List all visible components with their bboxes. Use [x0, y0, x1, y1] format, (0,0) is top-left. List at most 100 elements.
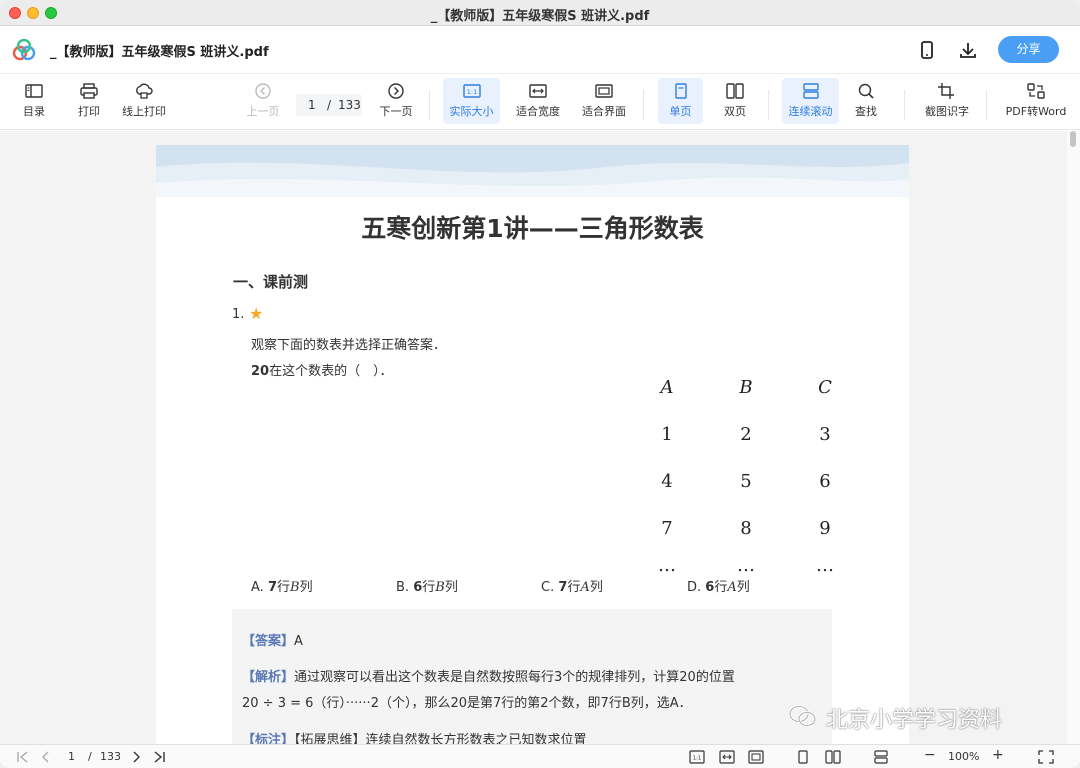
- screenshot-ocr-label: 截图识字: [925, 105, 969, 118]
- first-page-icon[interactable]: [15, 750, 31, 764]
- watermark-text: 北京小学学习资料: [826, 708, 1003, 733]
- print-button[interactable]: 打印: [70, 78, 108, 124]
- next-page-icon[interactable]: [128, 750, 144, 764]
- mobile-icon[interactable]: [917, 40, 937, 60]
- document-viewport[interactable]: 五寒创新第1讲——三角形数表 一、课前测 1. ★ 观察下面的数表并选择正确答案…: [0, 131, 1080, 744]
- note-tag: 【标注】: [242, 733, 295, 744]
- option-row-unit: 行: [567, 580, 581, 595]
- status-page-total: 133: [100, 750, 121, 763]
- online-print-button[interactable]: 线上打印: [118, 78, 170, 124]
- pdf-page: 五寒创新第1讲——三角形数表 一、课前测 1. ★ 观察下面的数表并选择正确答案…: [156, 145, 909, 744]
- double-page-label: 双页: [724, 105, 746, 118]
- answer-tag: 【答案】: [242, 634, 295, 649]
- page-total: 133: [338, 98, 361, 112]
- fit-width-icon[interactable]: [719, 750, 735, 764]
- page-number-box[interactable]: 1 / 133: [296, 94, 362, 116]
- option-row: 7: [267, 580, 277, 595]
- grid-cell: …: [737, 555, 755, 576]
- option-col: A: [580, 580, 590, 595]
- screenshot-ocr-button[interactable]: 截图识字: [920, 78, 974, 124]
- sidebar-icon: [25, 84, 43, 98]
- answer-line: 【答案】A: [242, 630, 303, 649]
- scrollbar-track[interactable]: [1067, 131, 1080, 744]
- double-page-button[interactable]: 双页: [714, 78, 756, 124]
- share-button[interactable]: 分享: [998, 36, 1059, 63]
- grid-cell: 8: [740, 518, 752, 539]
- analysis-line: 【解析】通过观察可以看出这个数表是自然数按照每行3个的规律排列，计算20的位置: [242, 666, 735, 685]
- fit-width-button[interactable]: 适合宽度: [511, 78, 565, 124]
- fit-width-label: 适合宽度: [516, 105, 560, 118]
- fit-page-label: 适合界面: [582, 105, 626, 118]
- page-current-input[interactable]: 1: [308, 98, 316, 112]
- toolbar-divider: [643, 90, 644, 120]
- prev-page-label: 上一页: [246, 105, 280, 118]
- continuous-scroll-icon[interactable]: [873, 750, 889, 764]
- find-button[interactable]: 查找: [848, 78, 884, 124]
- toolbar-divider: [986, 90, 987, 120]
- grid-header-b: B: [739, 377, 753, 398]
- status-page-current[interactable]: 1: [68, 750, 75, 764]
- double-page-icon[interactable]: [825, 750, 841, 764]
- prev-page-button[interactable]: 上一页: [242, 78, 284, 124]
- question-prompt: 20在这个数表的（ ）．: [251, 360, 393, 379]
- chevron-right-circle-icon: [388, 83, 404, 99]
- option-row-unit: 行: [422, 580, 436, 595]
- option-row-unit: 行: [276, 580, 290, 595]
- continuous-scroll-button[interactable]: 连续滚动: [782, 78, 839, 124]
- fit-page-icon: [595, 84, 613, 98]
- fit-width-icon: [529, 84, 547, 98]
- question-number: 1.: [232, 307, 245, 322]
- analysis-tag: 【解析】: [242, 670, 295, 685]
- zoom-in-button[interactable]: +: [992, 748, 1004, 762]
- single-page-icon: [674, 83, 687, 99]
- toc-button[interactable]: 目录: [14, 78, 54, 124]
- grid-header-a: A: [660, 377, 674, 398]
- actual-size-icon[interactable]: 1:1: [689, 750, 705, 764]
- fit-page-icon[interactable]: [748, 750, 764, 764]
- online-print-label: 线上打印: [122, 105, 166, 118]
- option-d: D. 6行A列: [687, 576, 750, 595]
- next-page-button[interactable]: 下一页: [374, 78, 418, 124]
- zoom-out-button[interactable]: −: [924, 748, 936, 762]
- single-page-button[interactable]: 单页: [658, 78, 703, 124]
- option-col: B: [290, 580, 300, 595]
- download-icon[interactable]: [958, 40, 978, 60]
- continuous-scroll-icon: [802, 83, 819, 99]
- last-page-icon[interactable]: [151, 750, 167, 764]
- option-col-unit: 列: [589, 580, 603, 595]
- pdf-to-word-label: PDF转Word: [1005, 105, 1067, 118]
- fit-page-button[interactable]: 适合界面: [577, 78, 631, 124]
- find-label: 查找: [855, 105, 877, 118]
- grid-cell: 7: [661, 518, 673, 539]
- single-page-icon[interactable]: [795, 750, 811, 764]
- option-letter: B.: [396, 580, 410, 595]
- pdf-to-word-button[interactable]: PDF转Word: [1000, 78, 1072, 124]
- zoom-level[interactable]: 100%: [948, 750, 979, 764]
- toolbar-divider: [904, 90, 905, 120]
- option-col-unit: 列: [736, 580, 750, 595]
- single-page-label: 单页: [669, 105, 692, 118]
- option-b: B. 6行B列: [396, 576, 458, 595]
- document-title: _【教师版】五年级寒假S 班讲义.pdf: [50, 45, 269, 60]
- status-page-sep: /: [88, 750, 92, 763]
- search-icon: [858, 83, 874, 99]
- note-text: 【拓展思维】连续自然数长方形数表之已知数求位置: [294, 733, 587, 744]
- grid-cell: 3: [819, 424, 831, 445]
- option-letter: D.: [687, 580, 702, 595]
- grid-cell: …: [658, 555, 676, 576]
- grid-cell: 2: [740, 424, 752, 445]
- fullscreen-icon[interactable]: [1038, 750, 1054, 764]
- option-letter: C.: [541, 580, 555, 595]
- actual-size-button[interactable]: 1:1 实际大小: [443, 78, 500, 124]
- note-line: 【标注】【拓展思维】连续自然数长方形数表之已知数求位置: [242, 729, 587, 744]
- page-header-banner: [156, 145, 909, 197]
- continuous-scroll-label: 连续滚动: [788, 105, 833, 118]
- svg-text:1:1: 1:1: [466, 88, 476, 96]
- option-row-unit: 行: [714, 580, 728, 595]
- option-c: C. 7行A列: [541, 576, 603, 595]
- print-label: 打印: [78, 105, 100, 118]
- option-letter: A.: [251, 580, 264, 595]
- prev-page-icon[interactable]: [38, 750, 54, 764]
- scrollbar-thumb[interactable]: [1070, 131, 1076, 147]
- question-prompt-rest: 在这个数表的（ ）．: [269, 364, 393, 379]
